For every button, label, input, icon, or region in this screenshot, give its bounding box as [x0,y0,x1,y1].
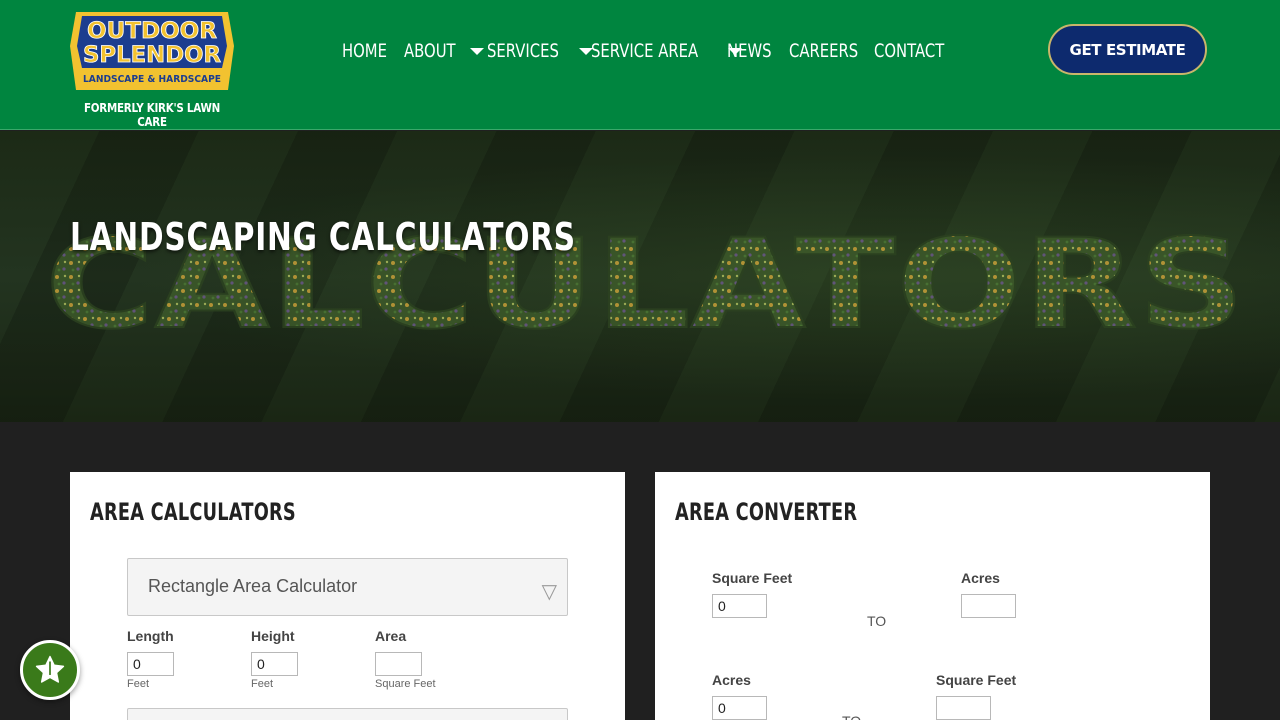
main-nav: HOME ABOUT SERVICES SERVICE AREA NEWS CA… [342,36,958,66]
calculator-select-value: Rectangle Area Calculator [148,576,358,596]
nav-about-label: ABOUT [404,40,456,62]
area-label: Area [375,628,407,644]
row1-to-text: TO [867,613,887,629]
area-converter-card: AREA CONVERTER Square Feet TO Acres Acre… [655,472,1210,720]
sqft-to-acres-from-field: Square Feet [712,570,792,618]
length-field: Length Feet [127,628,174,690]
logo-tagline: LANDSCAPE & HARDSCAPE [83,74,221,85]
area-calculators-card: AREA CALCULATORS Rectangle Area Calculat… [70,472,625,720]
site-header: OUTDOOR SPLENDOR LANDSCAPE & HARDSCAPE F… [0,0,1280,130]
site-logo[interactable]: OUTDOOR SPLENDOR LANDSCAPE & HARDSCAPE F… [66,6,238,129]
nav-service-area[interactable]: SERVICE AREA [591,40,743,62]
nav-careers[interactable]: CAREERS [789,40,858,62]
area-unit: Square Feet [375,678,436,690]
nav-service-area-label: SERVICE AREA [591,40,699,62]
nav-home[interactable]: HOME [342,40,387,62]
logo-line1: OUTDOOR [87,19,217,44]
length-input[interactable] [127,652,174,676]
row1-from-label: Square Feet [712,570,793,586]
height-label: Height [251,628,295,644]
logo-subtitle: FORMERLY KIRK'S LAWN CARE [83,101,220,129]
area-output[interactable] [375,652,422,676]
row2-to-text: TO [842,713,861,720]
area-field: Area Square Feet [375,628,436,690]
height-field: Height Feet [251,628,298,690]
height-input[interactable] [251,652,298,676]
get-estimate-button[interactable]: GET ESTIMATE [1048,24,1207,75]
caret-down-icon [470,47,485,55]
hero-banner: CALCULATORS LANDSCAPING CALCULATORS [0,131,1280,422]
nav-services[interactable]: SERVICES [487,40,594,62]
height-unit: Feet [251,678,274,690]
row2-from-label: Acres [712,672,751,688]
square-feet-output[interactable] [936,696,991,720]
logo-badge-icon: OUTDOOR SPLENDOR LANDSCAPE & HARDSCAPE [70,12,234,90]
page-title: LANDSCAPING CALCULATORS [70,215,576,259]
nav-contact-label: CONTACT [874,40,945,62]
acres-to-sqft-from-field: Acres [712,672,767,720]
nav-services-label: SERVICES [487,40,559,62]
nav-careers-label: CAREERS [789,40,859,62]
dropdown-arrow-icon: ▽ [541,581,557,603]
area-calculators-title: AREA CALCULATORS [90,498,296,526]
reviews-button[interactable] [20,640,80,700]
sqft-to-acres-to-field: Acres [961,570,1016,618]
acres-to-sqft-to-field: Square Feet [936,672,1016,720]
nav-news-label: NEWS [727,40,772,62]
calculator-select[interactable]: Rectangle Area Calculator ▽ [127,558,568,616]
nav-news[interactable]: NEWS [727,40,772,62]
acres-output[interactable] [961,594,1016,618]
square-feet-input[interactable] [712,594,767,618]
nav-home-label: HOME [342,40,387,62]
star-icon [35,655,65,683]
second-calculator-select[interactable] [127,708,568,720]
row1-to-label: Acres [961,570,1000,586]
acres-input[interactable] [712,696,767,720]
nav-contact[interactable]: CONTACT [874,40,944,62]
length-label: Length [127,628,174,644]
area-converter-title: AREA CONVERTER [675,498,858,526]
length-unit: Feet [127,678,150,690]
logo-line2: SPLENDOR [83,43,221,68]
nav-about[interactable]: ABOUT [404,40,485,62]
row2-to-label: Square Feet [936,672,1017,688]
